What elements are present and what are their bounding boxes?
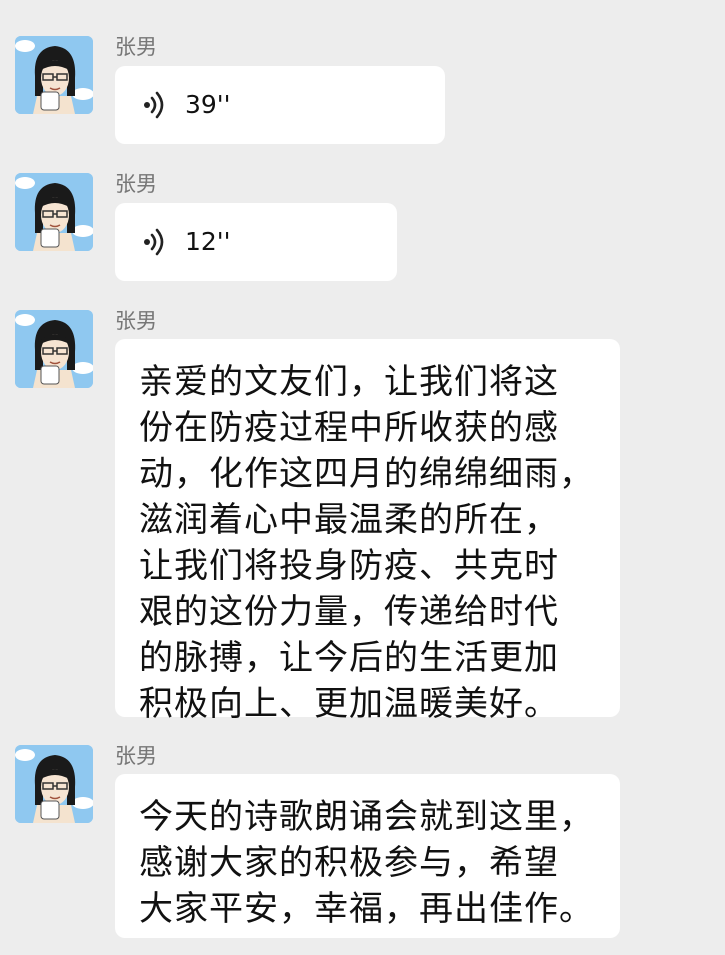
message-line: 大家平安，幸福，再出佳作。 xyxy=(139,889,594,929)
message-line: 份在防疫过程中所收获的感 xyxy=(139,408,559,448)
avatar[interactable] xyxy=(15,745,93,823)
message-line: 动，化作这四月的绵绵细雨， xyxy=(139,454,594,494)
voice-bubble[interactable]: 12'' xyxy=(115,203,397,281)
avatar[interactable] xyxy=(15,36,93,114)
avatar-cartoon-icon xyxy=(15,36,93,114)
message-line: 亲爱的文友们，让我们将这 xyxy=(139,362,559,402)
avatar[interactable] xyxy=(15,310,93,388)
sender-name: 张男 xyxy=(115,309,157,333)
text-bubble[interactable]: 亲爱的文友们，让我们将这 份在防疫过程中所收获的感 动，化作这四月的绵绵细雨， … xyxy=(115,339,620,724)
message-line: 的脉搏，让今后的生活更加 xyxy=(139,638,559,678)
avatar-cartoon-icon xyxy=(15,173,93,251)
message-line: 滋润着心中最温柔的所在， xyxy=(139,500,559,540)
avatar-cartoon-icon xyxy=(15,310,93,388)
message-line: 艰的这份力量，传递给时代 xyxy=(139,592,559,632)
message-line: 今天的诗歌朗诵会就到这里， xyxy=(139,797,594,837)
voice-wave-icon xyxy=(144,228,164,256)
sender-name: 张男 xyxy=(115,35,157,59)
message-line: 积极向上、更加温暖美好。 xyxy=(139,684,559,724)
voice-wave-icon xyxy=(144,91,164,119)
voice-duration: 12'' xyxy=(185,227,231,256)
text-bubble[interactable]: 今天的诗歌朗诵会就到这里， 感谢大家的积极参与，希望 大家平安，幸福，再出佳作。 xyxy=(115,774,620,938)
voice-bubble[interactable]: 39'' xyxy=(115,66,445,144)
message-line: 感谢大家的积极参与，希望 xyxy=(139,843,559,883)
chat-view: 张男 39'' 张男 12'' 张男 亲爱的文友们，让我们将这 份在防疫过程中所… xyxy=(0,0,725,955)
avatar[interactable] xyxy=(15,173,93,251)
message-line: 让我们将投身防疫、共克时 xyxy=(139,546,559,586)
voice-duration: 39'' xyxy=(185,90,231,119)
sender-name: 张男 xyxy=(115,744,157,768)
avatar-cartoon-icon xyxy=(15,745,93,823)
sender-name: 张男 xyxy=(115,172,157,196)
